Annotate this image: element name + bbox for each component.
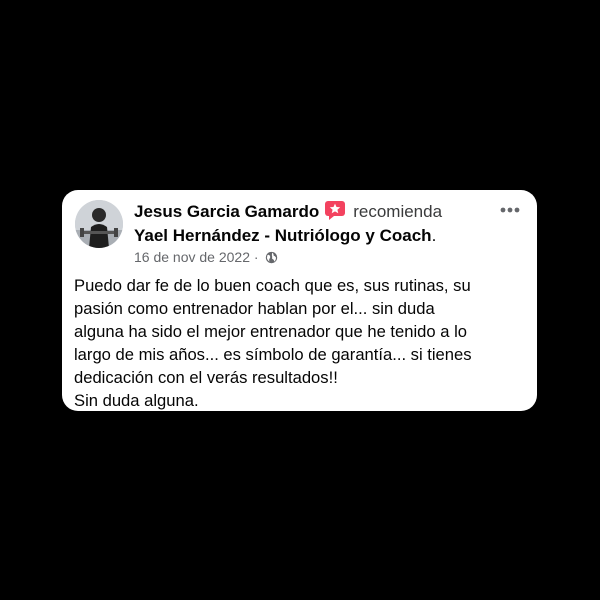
recommended-page: Yael Hernández - Nutriólogo y Coach. [134, 225, 436, 247]
recommends-label: recomienda [353, 202, 443, 221]
avatar[interactable] [75, 200, 123, 248]
post-header: Jesus Garcia Gamardo recomienda [134, 201, 442, 223]
globe-icon [266, 251, 278, 264]
post-meta: 16 de nov de 2022 · [134, 248, 278, 266]
post-date[interactable]: 16 de nov de 2022 [134, 249, 250, 265]
recommendation-card: Jesus Garcia Gamardo recomienda Yael Hern… [62, 190, 537, 411]
more-icon[interactable] [499, 204, 521, 216]
meta-separator: · [253, 249, 259, 265]
subject-suffix: . [431, 226, 437, 245]
recommended-page-name[interactable]: Yael Hernández - Nutriólogo y Coach [134, 226, 432, 245]
post-body: Puedo dar fe de lo buen coach que es, su… [74, 276, 472, 410]
recommend-badge-icon [325, 201, 346, 220]
author-name[interactable]: Jesus Garcia Gamardo [134, 202, 319, 221]
